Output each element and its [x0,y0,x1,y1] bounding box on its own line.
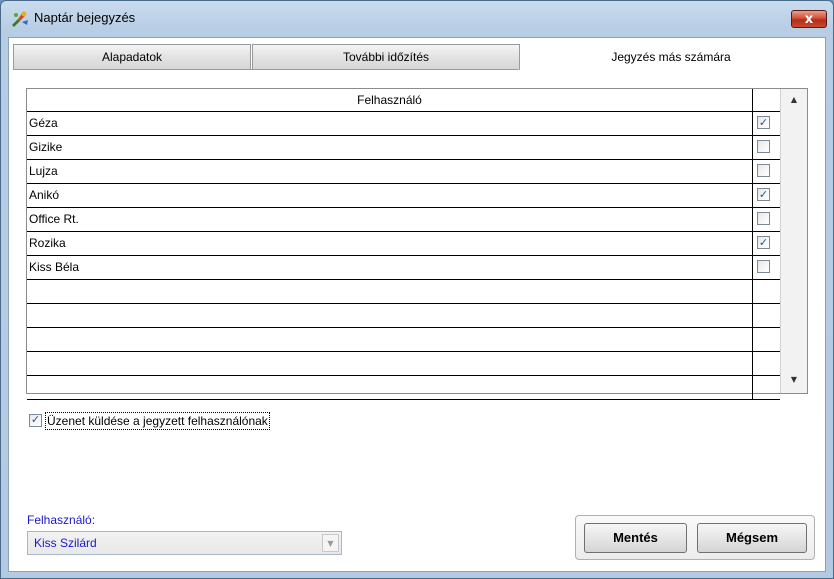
tab-divider [13,69,518,70]
row-checkbox[interactable]: ✓ [757,116,770,129]
window-title: Naptár bejegyzés [34,10,136,25]
row-check-cell[interactable]: ✓ [752,232,780,255]
tab-strip: Alapadatok További időzítés Jegyzés más … [13,44,821,70]
scroll-down-arrow-icon[interactable]: ▼ [781,371,807,389]
table-row[interactable]: Gizike [27,136,780,160]
table-row[interactable]: Anikó ✓ [27,184,780,208]
user-select[interactable]: Kiss Szilárd ▼ [27,531,342,555]
row-user-name [29,328,749,351]
table-row[interactable] [27,280,780,304]
scroll-up-arrow-icon[interactable]: ▲ [781,91,807,109]
row-checkbox[interactable]: ✓ [757,188,770,201]
row-check-cell[interactable] [752,328,780,351]
row-check-cell[interactable] [752,376,780,399]
row-user-name: Anikó [29,188,60,202]
vertical-scrollbar[interactable]: ▲ ▼ [780,89,807,393]
close-button[interactable]: x [791,10,827,28]
row-checkbox[interactable] [757,140,770,153]
row-user-name: Rozika [29,236,66,250]
tab-alapadatok[interactable]: Alapadatok [13,44,251,70]
row-check-cell[interactable] [752,160,780,183]
row-user-name: Géza [29,116,58,130]
tab-tovabbi-idozites[interactable]: További időzítés [252,44,520,70]
grid-column-header[interactable]: Felhasználó [27,89,752,112]
row-user-name [29,304,749,327]
user-select-value: Kiss Szilárd [34,536,97,550]
row-checkbox[interactable] [757,164,770,177]
row-user-name [29,352,749,375]
tab-label: További időzítés [342,50,430,64]
row-checkbox[interactable] [757,212,770,225]
dialog-body: Alapadatok További időzítés Jegyzés más … [8,37,826,572]
action-panel: Mentés Mégsem [575,515,815,560]
save-button[interactable]: Mentés [584,523,687,553]
row-checkbox[interactable]: ✓ [757,236,770,249]
table-row[interactable] [27,376,780,400]
row-check-cell[interactable] [752,136,780,159]
table-row[interactable]: Kiss Béla [27,256,780,280]
table-row[interactable] [27,352,780,376]
row-check-cell[interactable] [752,256,780,279]
table-row[interactable]: Lujza [27,160,780,184]
title-bar[interactable]: Naptár bejegyzés x [1,1,833,35]
table-row[interactable] [27,304,780,328]
tab-label: Jegyzés más számára [611,50,731,64]
row-user-name [29,280,749,303]
notify-label[interactable]: Üzenet küldése a jegyzett felhasználónak [45,412,270,430]
row-user-name: Lujza [29,164,58,178]
calendar-tool-icon [10,10,30,28]
cancel-button[interactable]: Mégsem [697,523,807,553]
row-user-name: Office Rt. [29,212,79,226]
table-row[interactable]: Géza ✓ [27,112,780,136]
notify-checkbox[interactable]: ✓ [29,414,42,427]
user-grid: Felhasználó Géza ✓ Gizike Lujza Anikó ✓ Office… [26,88,808,400]
close-icon: x [804,12,814,27]
row-check-cell[interactable] [752,304,780,327]
user-field-label: Felhasználó: [27,513,96,527]
chevron-down-icon[interactable]: ▼ [322,534,339,552]
tab-label: Alapadatok [101,50,163,64]
row-checkbox[interactable] [757,260,770,273]
row-check-cell[interactable]: ✓ [752,184,780,207]
table-row[interactable]: Rozika ✓ [27,232,780,256]
column-header-label: Felhasználó [357,93,422,107]
dialog-window: Naptár bejegyzés x Alapadatok További id… [0,0,834,579]
row-check-cell[interactable]: ✓ [752,112,780,135]
row-user-name: Gizike [29,140,63,154]
row-user-name: Kiss Béla [29,260,80,274]
table-row[interactable]: Office Rt. [27,208,780,232]
row-check-cell[interactable] [752,280,780,303]
row-check-cell[interactable] [752,208,780,231]
grid-check-column-header[interactable] [752,89,780,112]
tab-jegyzes-mas-szamara[interactable]: Jegyzés más számára [521,44,821,70]
row-user-name [29,376,749,399]
row-check-cell[interactable] [752,352,780,375]
table-row[interactable] [27,328,780,352]
